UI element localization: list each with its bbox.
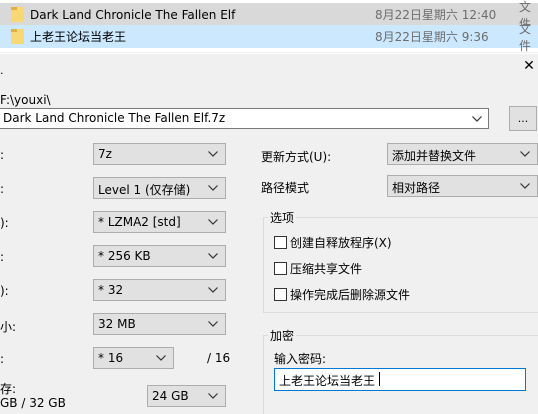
memory-usage-select[interactable]: 24 GB — [147, 385, 226, 407]
chevron-down-icon — [208, 321, 218, 327]
checkbox[interactable] — [274, 262, 287, 275]
path-mode-select[interactable]: 相对路径 — [387, 175, 538, 197]
option-create-sfx[interactable]: 创建自释放程序(X) — [274, 234, 392, 251]
file-row[interactable]: Dark Land Chronicle The Fallen Elf 8月22日… — [0, 0, 538, 31]
compression-level-select[interactable]: Level 1 (仅存储) — [93, 177, 226, 199]
archive-path-label: F:\youxi\ — [0, 93, 51, 107]
compression-level-label: : — [0, 182, 5, 196]
solid-block-size-value: 32 MB — [98, 317, 136, 331]
dictionary-size-value: * 256 KB — [98, 249, 151, 263]
memory-usage-label: 存: — [0, 382, 17, 396]
word-size-label: ): — [0, 284, 9, 298]
chevron-down-icon — [208, 219, 218, 225]
password-label: 输入密码: — [274, 352, 327, 366]
folder-icon — [11, 7, 24, 22]
folder-icon — [11, 29, 24, 44]
archive-format-select[interactable]: 7z — [93, 143, 226, 165]
word-size-select[interactable]: * 32 — [93, 279, 226, 301]
option-label: 操作完成后删除源文件 — [290, 288, 411, 302]
options-group-title: 选项 — [268, 209, 297, 226]
update-mode-select[interactable]: 添加并替换文件 — [387, 143, 538, 165]
chevron-down-icon — [520, 151, 530, 157]
archive-name-combobox[interactable]: Dark Land Chronicle The Fallen Elf.7z — [0, 108, 489, 129]
option-label: 创建自释放程序(X) — [290, 236, 392, 250]
archive-name-value: Dark Land Chronicle The Fallen Elf.7z — [3, 111, 226, 125]
dictionary-size-select[interactable]: * 256 KB — [93, 245, 226, 267]
file-date: 8月22日星期六 9:36 — [375, 30, 489, 44]
password-value: 上老王论坛当老王 — [279, 374, 376, 388]
path-mode-value: 相对路径 — [392, 181, 441, 195]
add-to-archive-dialog: . ✕ F:\youxi\ Dark Land Chronicle The Fa… — [0, 53, 538, 414]
chevron-down-icon — [208, 253, 218, 259]
option-delete-after[interactable]: 操作完成后删除源文件 — [274, 286, 410, 303]
path-mode-label: 路径模式 — [261, 181, 310, 195]
close-icon: ✕ — [523, 58, 535, 74]
file-explorer-list: Dark Land Chronicle The Fallen Elf 8月22日… — [0, 0, 538, 53]
close-button[interactable]: ✕ — [520, 57, 538, 75]
update-mode-value: 添加并替换文件 — [392, 149, 477, 163]
browse-label: ... — [517, 112, 529, 125]
compression-method-label: ): — [0, 216, 9, 230]
chevron-down-icon — [156, 355, 166, 361]
dialog-title: . — [0, 64, 4, 77]
browse-button[interactable]: ... — [509, 106, 537, 131]
cpu-threads-label: : — [0, 352, 5, 366]
memory-usage-value: 24 GB — [152, 389, 189, 403]
option-label: 压缩共享文件 — [290, 262, 363, 276]
cpu-threads-value: * 16 — [98, 351, 124, 365]
file-row-selected[interactable]: 上老王论坛当老王 8月22日星期六 9:36 文件 — [0, 22, 538, 53]
checkbox[interactable] — [274, 236, 287, 249]
password-input[interactable]: 上老王论坛当老王 — [274, 368, 526, 391]
encryption-group-title: 加密 — [268, 327, 297, 344]
cpu-threads-select[interactable]: * 16 — [93, 347, 174, 369]
cpu-threads-total: / 16 — [207, 351, 231, 365]
text-caret — [379, 372, 380, 386]
file-name: Dark Land Chronicle The Fallen Elf — [30, 7, 236, 22]
dictionary-size-label: : — [0, 250, 5, 264]
word-size-value: * 32 — [98, 283, 124, 297]
option-compress-shared[interactable]: 压缩共享文件 — [274, 260, 362, 277]
compression-level-value: Level 1 (仅存储) — [98, 183, 191, 197]
file-date: 8月22日星期六 12:40 — [375, 8, 497, 22]
chevron-down-icon — [208, 185, 218, 191]
archive-format-label: : — [0, 148, 5, 162]
compression-method-select[interactable]: * LZMA2 [std] — [93, 211, 226, 233]
chevron-down-icon — [520, 183, 530, 189]
archive-format-value: 7z — [98, 147, 112, 161]
chevron-down-icon — [208, 393, 218, 399]
file-type: 文件 — [519, 21, 532, 53]
file-name: 上老王论坛当老王 — [30, 30, 127, 44]
update-mode-label: 更新方式(U): — [261, 150, 332, 164]
compression-method-value: * LZMA2 [std] — [98, 215, 181, 229]
memory-usage-info: GB / 32 GB — [0, 396, 66, 410]
chevron-down-icon — [472, 116, 482, 122]
chevron-down-icon — [208, 287, 218, 293]
solid-block-size-select[interactable]: 32 MB — [93, 313, 226, 335]
chevron-down-icon — [208, 151, 218, 157]
checkbox[interactable] — [274, 288, 287, 301]
solid-block-size-label: 小: — [0, 320, 17, 334]
